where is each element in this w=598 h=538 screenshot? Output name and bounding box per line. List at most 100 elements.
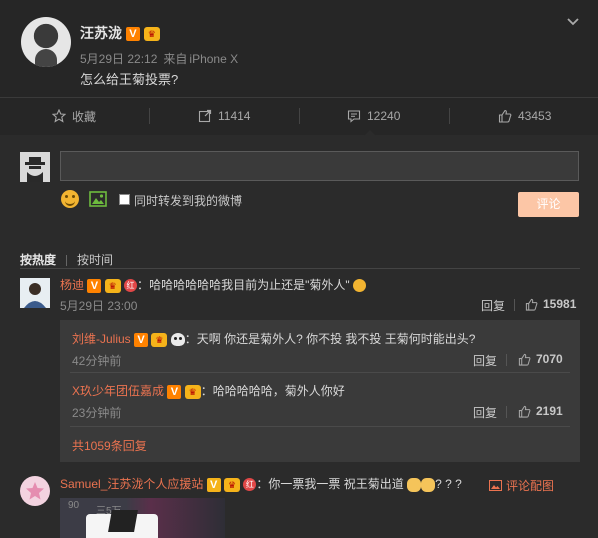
commenter-avatar[interactable] — [20, 476, 50, 506]
reply-line: 刘维-Julius V ♛ ：天啊 你还是菊外人? 你不投 我不投 王菊何时能出… — [72, 332, 476, 347]
verified-badge: V — [206, 477, 221, 492]
reply-like-count: 7070 — [536, 352, 563, 366]
reply-text: 天啊 你还是菊外人? 你不投 我不投 王菊何时能出头? — [196, 332, 476, 346]
repost-button[interactable]: 11414 — [198, 108, 250, 124]
favorite-label: 收藏 — [72, 109, 97, 124]
reply-like-button[interactable]: 7070 — [518, 352, 563, 366]
favorite-button[interactable]: 收藏 — [52, 108, 96, 124]
tab-divider — [66, 255, 68, 267]
comment-line: 杨迪 V ♛ 红：哈哈哈哈哈哈我目前为止还是"菊外人" — [60, 276, 366, 293]
like-button[interactable]: 43453 — [498, 108, 551, 124]
comment-text: 你一票我一票 祝王菊出道 — [268, 477, 404, 491]
member-crown-icon: ♛ — [224, 477, 241, 492]
view-all-replies-link[interactable]: 共1059条回复 — [72, 437, 147, 454]
author-name[interactable]: 汪苏泷 — [80, 25, 122, 41]
current-user-avatar[interactable] — [20, 152, 50, 182]
like-count: 43453 — [518, 109, 552, 123]
post-source[interactable]: iPhone X — [189, 52, 238, 66]
post-date[interactable]: 5月29日 22:12 — [80, 52, 157, 66]
thumbnail-text: 90 — [68, 500, 80, 511]
red-badge-icon: 红 — [124, 279, 138, 293]
comment-line: Samuel_汪苏泷个人应援站 V ♛ 红：你一票我一票 祝王菊出道 ? ? ? — [60, 477, 462, 492]
thumbs-up-icon — [498, 109, 512, 123]
thumbs-up-icon — [518, 353, 531, 366]
reply-divider — [70, 426, 570, 427]
post-meta: 5月29日 22:12 来自 iPhone X — [80, 50, 244, 67]
post-text: 怎么给王菊投票? — [80, 72, 179, 87]
star-icon — [52, 109, 66, 123]
chevron-down-icon[interactable] — [566, 15, 580, 29]
post-divider — [0, 97, 598, 98]
comment-icon — [347, 110, 361, 123]
reply-text: 哈哈哈哈哈，菊外人你好 — [212, 384, 345, 398]
forward-label: 同时转发到我的微博 — [134, 194, 243, 208]
verified-badge: V — [134, 332, 149, 347]
comment-image-label: 评论配图 — [506, 479, 555, 493]
reply-divider — [70, 372, 570, 373]
reply-time: 23分钟前 — [72, 406, 122, 420]
comment-like-button[interactable]: 15981 — [525, 297, 576, 311]
repost-icon — [198, 109, 212, 123]
tab-by-time[interactable]: 按时间 — [77, 253, 113, 267]
verified-badge: V — [125, 27, 140, 42]
comment-like-count: 15981 — [543, 297, 577, 311]
emoji-picker-icon[interactable] — [61, 190, 79, 208]
commenter-name[interactable]: Samuel_汪苏泷个人应援站 — [60, 477, 203, 491]
member-crown-icon: ♛ — [104, 278, 121, 293]
commenter-name[interactable]: 杨迪 — [60, 278, 84, 292]
like-divider — [514, 299, 515, 311]
action-divider — [149, 108, 150, 124]
thumbs-up-icon — [518, 405, 531, 418]
reply-like-count: 2191 — [536, 404, 563, 418]
member-crown-icon: ♛ — [143, 27, 160, 42]
reply-line: X玖少年团伍嘉成 V ♛ ：哈哈哈哈哈，菊外人你好 — [72, 384, 345, 399]
active-tab-caret — [364, 130, 376, 136]
comment-image-thumbnail[interactable]: 90 三5万 — [60, 498, 225, 538]
commenter-avatar[interactable] — [20, 278, 50, 308]
red-badge-icon: 红 — [243, 478, 257, 492]
star-avatar-icon — [20, 476, 50, 506]
repost-count: 11414 — [218, 109, 251, 123]
member-crown-icon: ♛ — [151, 332, 168, 347]
comment-sort-tabs: 按热度 按时间 — [20, 251, 113, 268]
post-action-bar: 收藏 11414 12240 43453 — [0, 98, 598, 135]
action-divider — [449, 108, 450, 124]
reply-button[interactable]: 回复 — [481, 297, 505, 314]
comment-button[interactable]: 12240 — [347, 108, 400, 124]
action-divider — [299, 108, 300, 124]
mafia-avatar-icon — [20, 152, 50, 182]
replier-name[interactable]: X玖少年团伍嘉成 — [72, 384, 164, 398]
comment-time: 5月29日 23:00 — [60, 299, 138, 313]
user-photo-icon — [20, 278, 50, 308]
praying-hands-icon — [407, 477, 422, 492]
post-author[interactable]: 汪苏泷 V ♛ — [80, 23, 160, 43]
sort-divider — [20, 268, 580, 269]
reply-button[interactable]: 回复 — [473, 404, 497, 421]
thumbs-up-icon — [525, 298, 538, 311]
forward-checkbox[interactable] — [119, 194, 130, 205]
laughing-emoji-icon — [352, 279, 366, 293]
comment-input[interactable] — [60, 151, 579, 181]
comment-image-link[interactable]: 评论配图 — [489, 477, 554, 494]
comment-text-suffix: ? ? ? — [435, 477, 462, 491]
reply-like-button[interactable]: 2191 — [518, 404, 563, 418]
image-icon — [489, 480, 502, 491]
tab-by-heat[interactable]: 按热度 — [20, 253, 56, 267]
reply-button[interactable]: 回复 — [473, 352, 497, 369]
thumbnail-logo — [108, 510, 138, 532]
image-upload-icon[interactable] — [89, 191, 107, 207]
author-avatar[interactable] — [21, 17, 71, 67]
like-divider — [506, 354, 507, 366]
like-divider — [506, 406, 507, 418]
verified-badge: V — [167, 384, 182, 399]
post-source-prefix: 来自 — [163, 52, 188, 66]
comment-count: 12240 — [367, 109, 401, 123]
weibo-post: 汪苏泷 V ♛ 5月29日 22:12 来自 iPhone X 怎么给王菊投票? — [0, 0, 598, 97]
comment-text: 哈哈哈哈哈哈我目前为止还是"菊外人" — [149, 278, 350, 292]
verified-badge: V — [87, 278, 102, 293]
submit-comment-button[interactable]: 评论 — [518, 192, 579, 217]
replier-name[interactable]: 刘维-Julius — [72, 332, 131, 346]
skull-badge-icon — [170, 333, 185, 347]
member-crown-icon: ♛ — [184, 384, 201, 399]
reply-time: 42分钟前 — [72, 354, 122, 368]
